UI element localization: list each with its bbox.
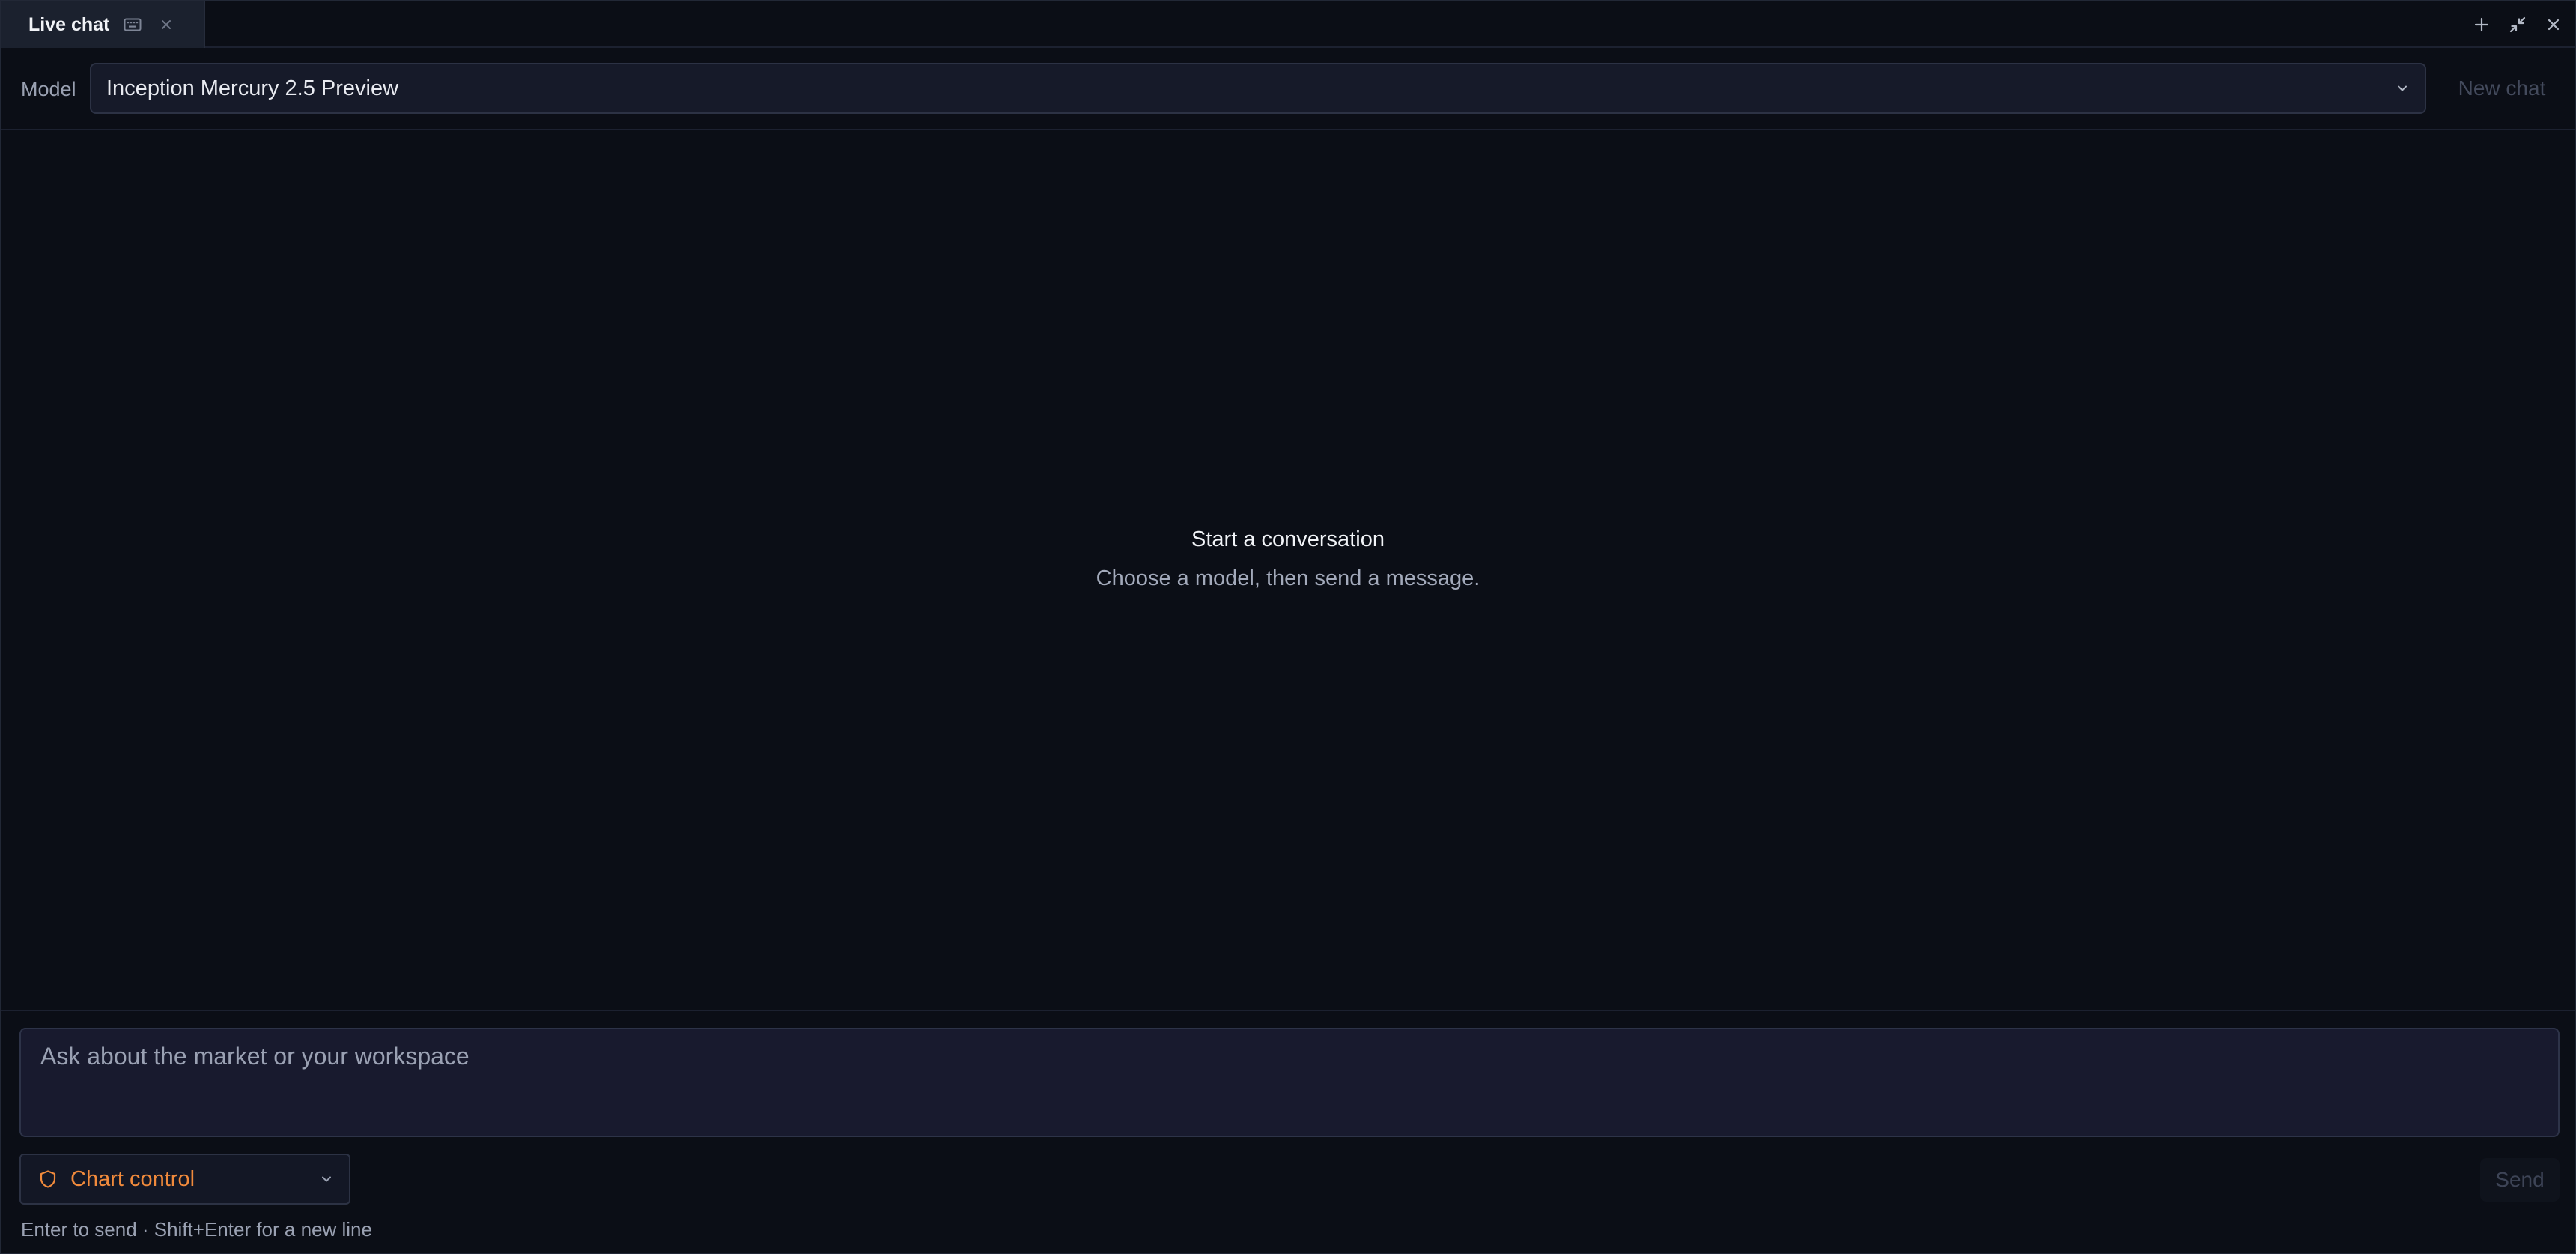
collapse-icon[interactable] — [2503, 1, 2533, 48]
tab-title: Live chat — [28, 13, 110, 35]
plus-icon[interactable] — [2467, 1, 2497, 48]
composer-hint: Enter to send · Shift+Enter for a new li… — [21, 1218, 372, 1241]
empty-state-subtitle: Choose a model, then send a message. — [1096, 566, 1480, 590]
empty-state-title: Start a conversation — [1191, 527, 1385, 551]
keyboard-icon[interactable] — [121, 1, 144, 48]
chevron-down-icon — [2395, 64, 2410, 112]
composer: Chart control Send Enter to send · Shift… — [1, 1010, 2575, 1253]
model-select-value: Inception Mercury 2.5 Preview — [106, 76, 399, 100]
mode-select-label: Chart control — [70, 1166, 195, 1191]
tab-live-chat[interactable]: Live chat — [1, 1, 205, 48]
shield-icon — [39, 1169, 57, 1189]
new-chat-button[interactable]: New chat — [2438, 63, 2566, 114]
mode-select[interactable]: Chart control — [19, 1154, 350, 1205]
send-button[interactable]: Send — [2480, 1158, 2560, 1202]
empty-state: Start a conversation Choose a model, the… — [1, 526, 2575, 592]
close-icon[interactable] — [156, 1, 177, 48]
model-row: Model Inception Mercury 2.5 Preview New … — [1, 48, 2575, 130]
model-label: Model — [21, 77, 76, 100]
live-chat-panel: Live chat Model Inception Mercury 2.5 Pr… — [0, 0, 2576, 1254]
chevron-down-icon — [319, 1155, 334, 1203]
close-icon[interactable] — [2539, 1, 2569, 48]
message-input[interactable] — [19, 1028, 2560, 1137]
model-select[interactable]: Inception Mercury 2.5 Preview — [90, 63, 2426, 114]
tab-bar: Live chat — [1, 1, 2575, 48]
